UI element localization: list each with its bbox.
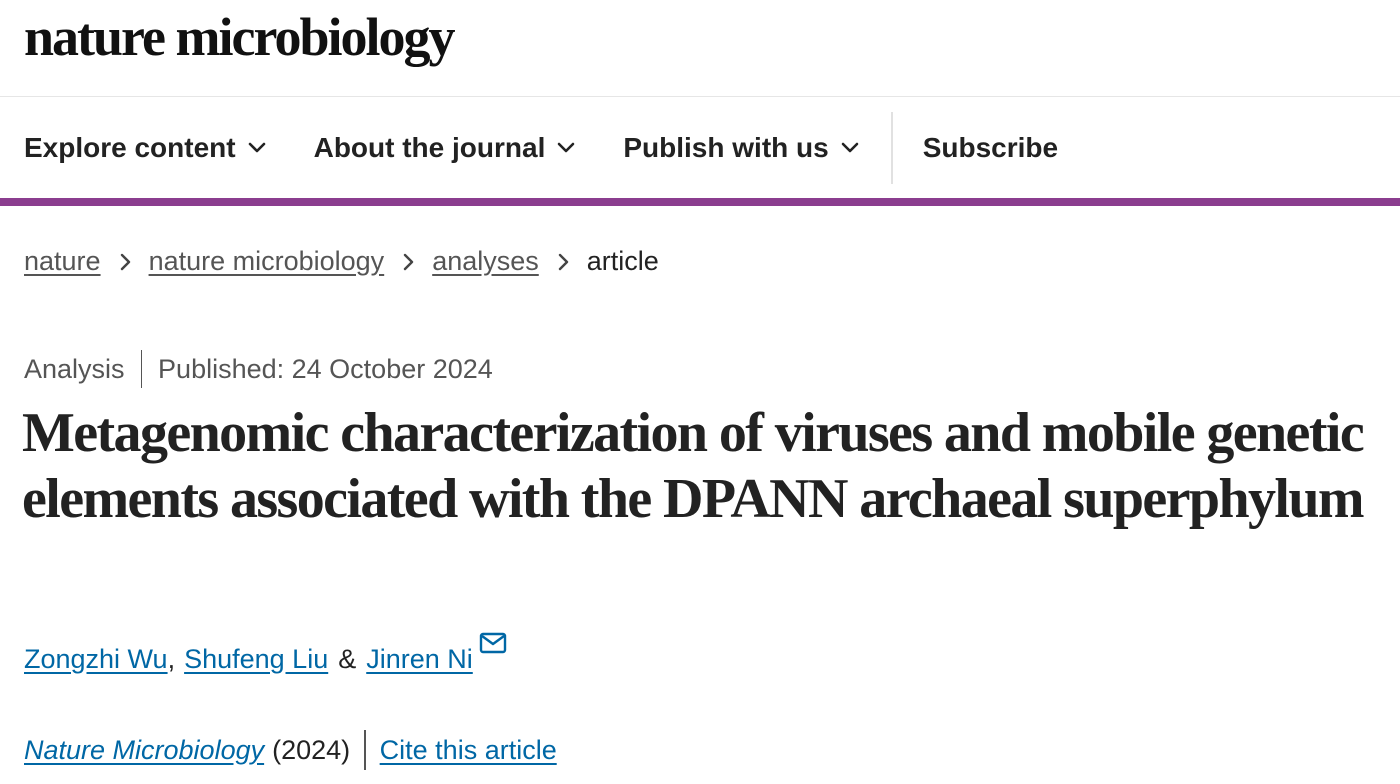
chevron-down-icon [557,142,575,154]
nav-publish-with-us[interactable]: Publish with us [623,132,859,164]
nav-subscribe[interactable]: Subscribe [923,132,1058,164]
journal-logo[interactable]: nature microbiology [24,6,455,68]
nav-publish-with-us-label: Publish with us [623,132,829,163]
header-divider [0,96,1400,97]
meta-divider [140,350,143,388]
publication-year: (2024) [272,734,351,765]
chevron-down-icon [248,142,266,154]
author-link[interactable]: Jinren Ni [366,644,473,675]
journal-name-link[interactable]: Nature Microbiology [24,735,264,766]
article-meta: Analysis Published: 24 October 2024 [24,350,493,388]
mail-icon[interactable] [479,630,507,661]
author-link[interactable]: Shufeng Liu [184,644,328,675]
article-title: Metagenomic characterization of viruses … [22,402,1365,530]
nav-explore-content[interactable]: Explore content [24,132,266,164]
chevron-down-icon [841,142,859,154]
nav-about-journal-label: About the journal [313,132,546,163]
nav-explore-content-label: Explore content [24,132,236,163]
main-nav: Explore content About the journal Publis… [24,112,1106,184]
citation-divider [364,730,366,770]
chevron-right-icon [402,253,414,271]
breadcrumb: nature nature microbiology analyses arti… [24,246,659,277]
breadcrumb-analyses[interactable]: analyses [432,246,539,277]
author-link[interactable]: Zongzhi Wu [24,644,168,675]
breadcrumb-nature-microbiology[interactable]: nature microbiology [149,246,385,277]
author-separator: , [167,644,176,674]
cite-article-link[interactable]: Cite this article [380,735,557,766]
chevron-right-icon [119,253,131,271]
nav-accent-bar [0,198,1400,206]
nav-about-journal[interactable]: About the journal [314,132,576,164]
nav-divider [890,112,893,184]
breadcrumb-nature[interactable]: nature [24,246,101,277]
breadcrumb-current: article [586,246,659,276]
journal-citation: Nature Microbiology (2024) Cite this art… [24,730,557,770]
article-type: Analysis [24,353,125,384]
author-and: & [338,644,357,674]
published-date: Published: 24 October 2024 [158,353,493,384]
chevron-right-icon [557,253,569,271]
author-list: Zongzhi Wu , Shufeng Liu & Jinren Ni [24,632,507,675]
